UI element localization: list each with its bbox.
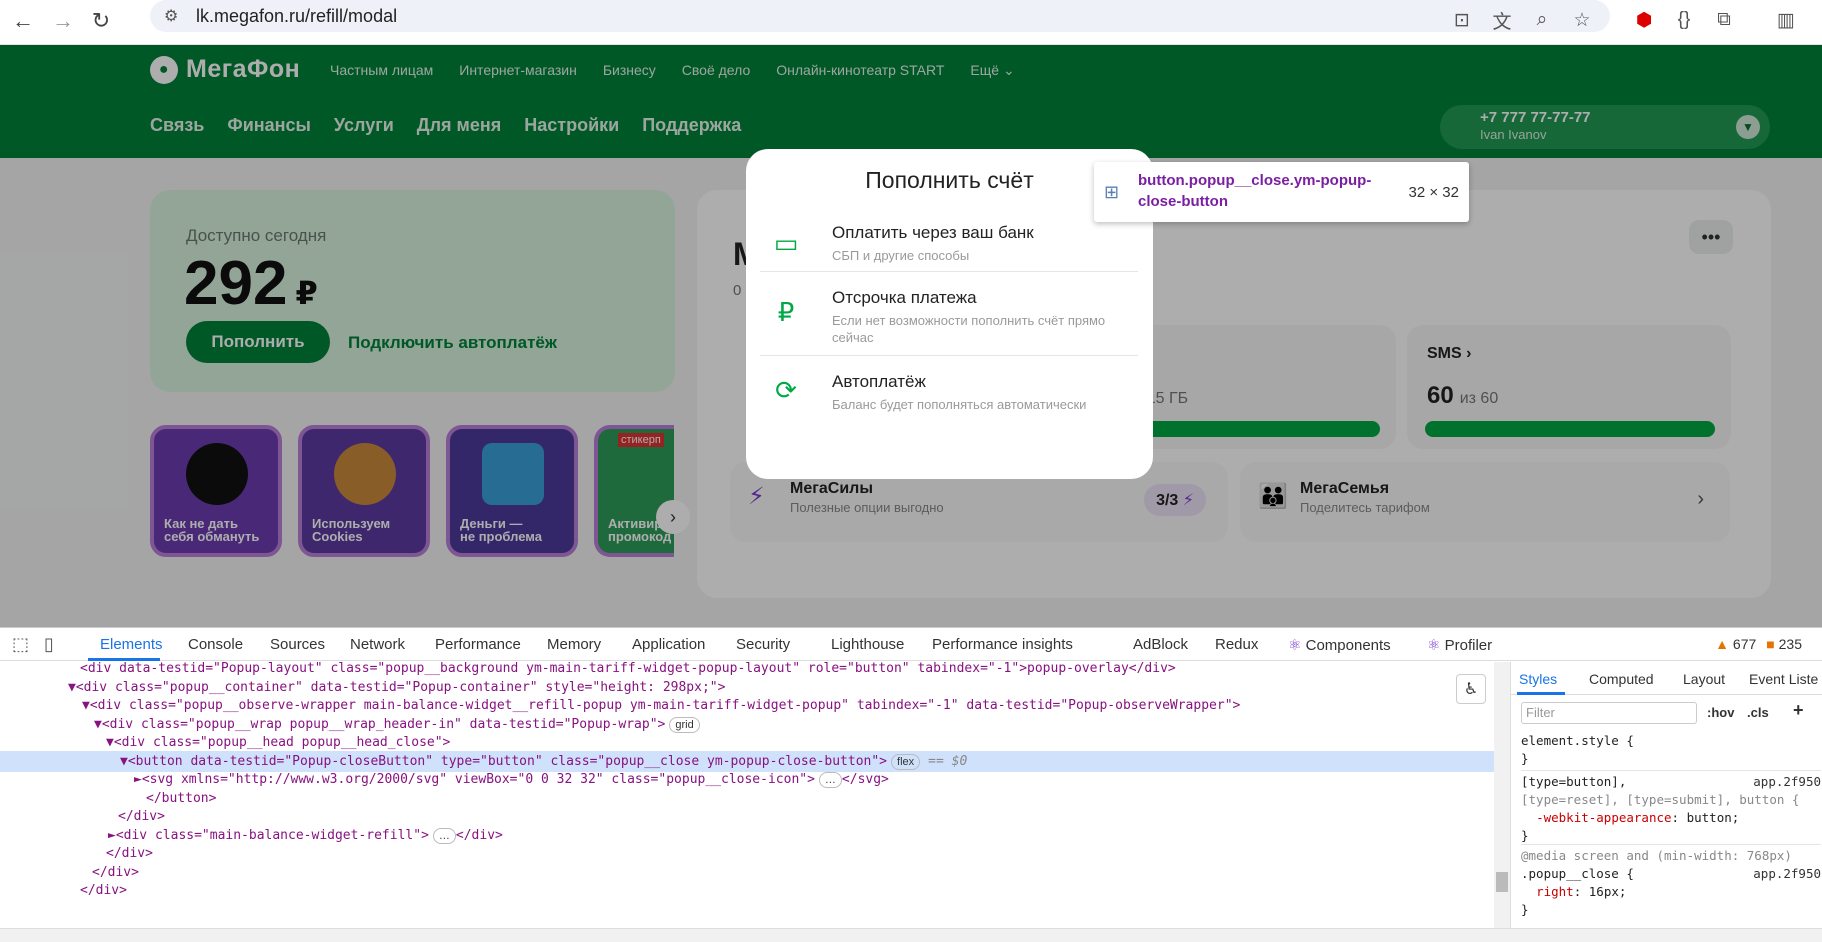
option-subtitle: Если нет возможности пополнить счёт прям… [832, 313, 1106, 345]
tab-computed[interactable]: Computed [1589, 671, 1654, 687]
tab-elements[interactable]: Elements [100, 636, 163, 653]
back-icon[interactable]: ← [6, 4, 40, 38]
issue-counts[interactable]: ▲ 677 ■ 235 [1715, 636, 1802, 652]
inspect-element-icon[interactable]: ⬚ [12, 634, 29, 655]
browser-toolbar: ← → ↻ ⚙ lk.megafon.ru/refill/modal ⊡ 文 ⌕… [0, 0, 1822, 45]
sidepanel-icon[interactable]: ▥ [1770, 4, 1802, 36]
puzzle-icon[interactable]: ⧉ [1708, 4, 1740, 36]
react-icon: ⚛ [1427, 637, 1441, 654]
option-subtitle: Баланс будет пополняться автоматически [832, 397, 1087, 412]
dom-scrollbar[interactable] [1494, 662, 1510, 928]
tab-performance-insights[interactable]: Performance insights [932, 636, 1073, 653]
tab-styles[interactable]: Styles [1519, 671, 1557, 687]
devtools-tabs: ⬚ ▯ Elements Console Sources Network Per… [0, 628, 1822, 661]
pay-via-bank-option[interactable]: ▭ Оплатить через ваш банк СБП и другие с… [760, 209, 1138, 272]
tab-layout[interactable]: Layout [1683, 671, 1725, 687]
tab-sources[interactable]: Sources [270, 636, 325, 653]
refill-popup: Пополнить счёт ✕ ▭ Оплатить через ваш ба… [746, 149, 1153, 479]
tab-security[interactable]: Security [736, 636, 790, 653]
warning-count: 677 [1732, 636, 1757, 652]
tab-adblock[interactable]: AdBlock [1133, 636, 1188, 653]
ruble-auto-icon: ⟳ [775, 374, 797, 405]
rule-source[interactable]: app.2f950 [1753, 865, 1821, 883]
react-icon: ⚛ [1288, 637, 1302, 654]
ruble-deferred-icon: ₽ [777, 296, 795, 327]
tab-console[interactable]: Console [188, 636, 243, 653]
tab-profiler[interactable]: ⚛ Profiler [1427, 636, 1492, 654]
option-title: Оплатить через ваш банк [832, 223, 1034, 242]
zoom-icon[interactable]: ⌕ [1526, 4, 1558, 36]
dom-badge[interactable]: grid [669, 716, 700, 733]
devtools-panel: ⬚ ▯ Elements Console Sources Network Per… [0, 627, 1822, 942]
reload-icon[interactable]: ↻ [84, 4, 118, 38]
inspect-tooltip: ⊞ button.popup__close.ym-popup-close-but… [1094, 162, 1469, 222]
deferred-payment-option[interactable]: ₽ Отсрочка платежа Если нет возможности … [760, 272, 1138, 356]
autopay-option[interactable]: ⟳ Автоплатёж Баланс будет пополняться ав… [760, 356, 1138, 426]
cls-toggle[interactable]: .cls [1747, 705, 1769, 720]
tab-lighthouse[interactable]: Lighthouse [831, 636, 904, 653]
bookmark-star-icon[interactable]: ☆ [1566, 4, 1598, 36]
add-rule-icon[interactable]: + [1793, 700, 1804, 721]
accessibility-icon[interactable]: ♿ [1456, 674, 1486, 704]
style-rule: app.2f950 [type=button], [type=reset], [… [1521, 770, 1821, 845]
scroll-thumb[interactable] [1496, 872, 1508, 892]
dom-badge[interactable]: … [432, 827, 456, 844]
tooltip-selector: button.popup__close.ym-popup-close-butto… [1138, 172, 1372, 210]
tab-redux[interactable]: Redux [1215, 636, 1258, 653]
dom-line[interactable]: </div> [0, 880, 1494, 901]
translate-icon[interactable]: 文 [1486, 4, 1518, 36]
option-subtitle: СБП и другие способы [832, 248, 970, 263]
styles-pane: Styles Computed Layout Event Liste Filte… [1510, 662, 1822, 928]
flex-layout-icon: ⊞ [1104, 182, 1120, 202]
install-icon[interactable]: ⊡ [1446, 4, 1478, 36]
rule-source[interactable]: app.2f950 [1753, 773, 1821, 791]
site-settings-icon[interactable]: ⚙ [164, 6, 178, 26]
tab-application[interactable]: Application [632, 636, 705, 653]
tooltip-size: 32 × 32 [1408, 184, 1459, 201]
dom-badge[interactable]: … [818, 772, 842, 788]
extension-icon[interactable]: {} [1668, 4, 1700, 36]
active-tab-indicator [1517, 692, 1565, 695]
hov-toggle[interactable]: :hov [1707, 705, 1734, 720]
tab-event-listeners[interactable]: Event Liste [1749, 671, 1818, 687]
popup-title: Пополнить счёт [865, 167, 1034, 193]
message-count: 235 [1778, 636, 1802, 652]
style-rule: element.style { } [1521, 733, 1634, 766]
warning-icon: ▲ [1715, 636, 1730, 652]
styles-tabs: Styles Computed Layout Event Liste [1511, 662, 1822, 695]
tab-components[interactable]: ⚛ Components [1288, 636, 1391, 654]
message-icon: ■ [1766, 636, 1775, 652]
device-toolbar-icon[interactable]: ▯ [44, 634, 54, 655]
tab-network[interactable]: Network [350, 636, 405, 653]
styles-filter-input[interactable]: Filter [1521, 702, 1697, 724]
tab-memory[interactable]: Memory [547, 636, 601, 653]
dom-badge[interactable]: flex [891, 753, 921, 770]
bank-card-icon: ▭ [773, 227, 799, 258]
option-title: Отсрочка платежа [832, 288, 977, 307]
url-text: lk.megafon.ru/refill/modal [196, 5, 398, 26]
dom-breadcrumbs[interactable] [0, 928, 1822, 942]
address-bar[interactable]: ⚙ lk.megafon.ru/refill/modal [150, 0, 1610, 32]
dom-tree: <div data-testid="Popup-layout" class="p… [0, 662, 1494, 928]
page-viewport: ● МегаФон Частным лицам Интернет-магазин… [0, 45, 1822, 627]
style-rule: @media screen and (min-width: 768px) app… [1521, 844, 1821, 919]
forward-icon[interactable]: → [46, 4, 80, 38]
active-tab-indicator [88, 658, 160, 661]
option-title: Автоплатёж [832, 372, 926, 391]
tab-performance[interactable]: Performance [435, 636, 521, 653]
adblock-icon[interactable]: ⬢ [1628, 4, 1660, 36]
